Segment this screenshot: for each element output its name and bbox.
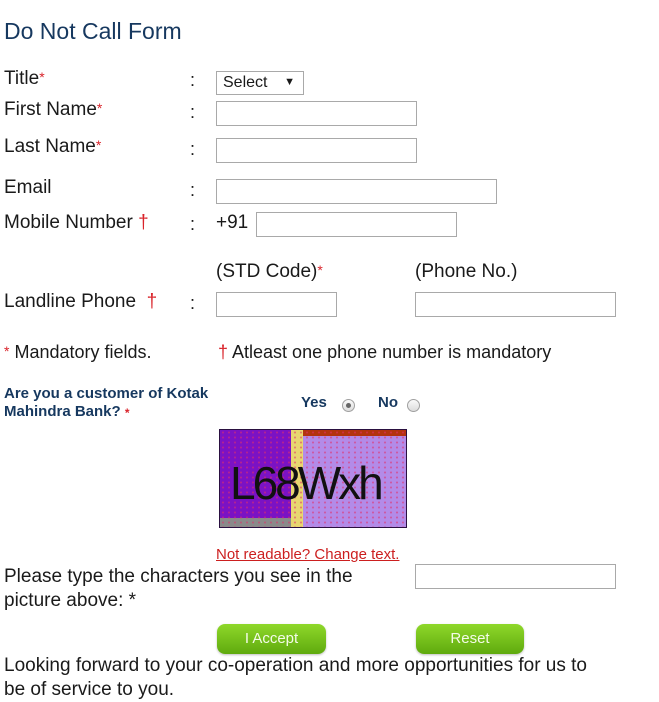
dropdown-arrow-icon: ▼ (284, 76, 295, 88)
phone-mark: † (146, 291, 158, 312)
phone-note: † Atleast one phone number is mandatory (218, 342, 551, 363)
reset-button[interactable]: Reset (416, 624, 524, 654)
page-title: Do Not Call Form (4, 18, 182, 44)
footer-line2: be of service to you. (4, 679, 175, 700)
customer-question-line2: Mahindra Bank? (4, 403, 121, 420)
captcha-image: L68Wxh (219, 429, 407, 528)
required-mark: * (96, 100, 103, 116)
colon: : (190, 102, 196, 122)
colon: : (190, 293, 196, 313)
title-label: Title* (4, 68, 45, 90)
footer-message: Looking forward to your co-operation and… (4, 654, 587, 702)
phone-mark: † (138, 212, 149, 233)
mobile-input[interactable] (256, 212, 457, 237)
phone-note-text: Atleast one phone number is mandatory (232, 342, 552, 362)
title-label-text: Title (4, 68, 40, 89)
captcha-prompt: Please type the characters you see in th… (4, 565, 353, 613)
no-label: No (378, 394, 398, 411)
mobile-label-text: Mobile Number (4, 212, 133, 233)
std-code-label-text: (STD Code) (216, 261, 318, 282)
yes-radio[interactable] (342, 399, 355, 412)
last-name-label: Last Name* (4, 136, 101, 158)
change-captcha-link[interactable]: Not readable? Change text. (216, 546, 399, 563)
required-mark: * (317, 262, 323, 278)
colon: : (190, 214, 196, 234)
customer-question: Are you a customer of Kotak Mahindra Ban… (4, 385, 208, 421)
first-name-label: First Name* (4, 99, 102, 121)
required-mark: * (4, 343, 10, 359)
first-name-label-text: First Name (4, 99, 97, 120)
required-mark: * (124, 406, 130, 420)
footer-line1: Looking forward to your co-operation and… (4, 655, 587, 676)
captcha-text: L68Wxh (230, 457, 384, 509)
colon: : (190, 180, 196, 200)
phone-mark: † (218, 342, 229, 362)
mobile-label: Mobile Number † (4, 212, 149, 234)
required-mark: * (39, 69, 45, 85)
title-select-value: Select (223, 74, 268, 91)
mobile-prefix: +91 (216, 212, 249, 233)
email-label: Email (4, 177, 52, 198)
captcha-prompt-line2: picture above: * (4, 590, 137, 611)
yes-label: Yes (301, 394, 327, 411)
required-mark: * (95, 137, 102, 153)
no-radio[interactable] (407, 399, 420, 412)
colon: : (190, 70, 196, 90)
landline-label: Landline Phone † (4, 291, 157, 313)
mandatory-note: * Mandatory fields. (4, 342, 152, 363)
last-name-input[interactable] (216, 138, 417, 163)
phone-no-input[interactable] (415, 292, 616, 317)
email-input[interactable] (216, 179, 497, 204)
last-name-label-text: Last Name (4, 136, 96, 157)
captcha-input[interactable] (415, 564, 616, 589)
captcha-prompt-line1: Please type the characters you see in th… (4, 566, 353, 587)
std-code-input[interactable] (216, 292, 337, 317)
colon: : (190, 139, 196, 159)
landline-label-text: Landline Phone (4, 291, 137, 312)
phone-no-label: (Phone No.) (415, 261, 518, 282)
customer-question-line1: Are you a customer of Kotak (4, 385, 209, 402)
first-name-input[interactable] (216, 101, 417, 126)
accept-button[interactable]: I Accept (217, 624, 326, 654)
std-code-label: (STD Code)* (216, 261, 323, 283)
title-select[interactable]: Select ▼ (216, 71, 304, 95)
mandatory-note-text: Mandatory fields. (14, 342, 152, 362)
